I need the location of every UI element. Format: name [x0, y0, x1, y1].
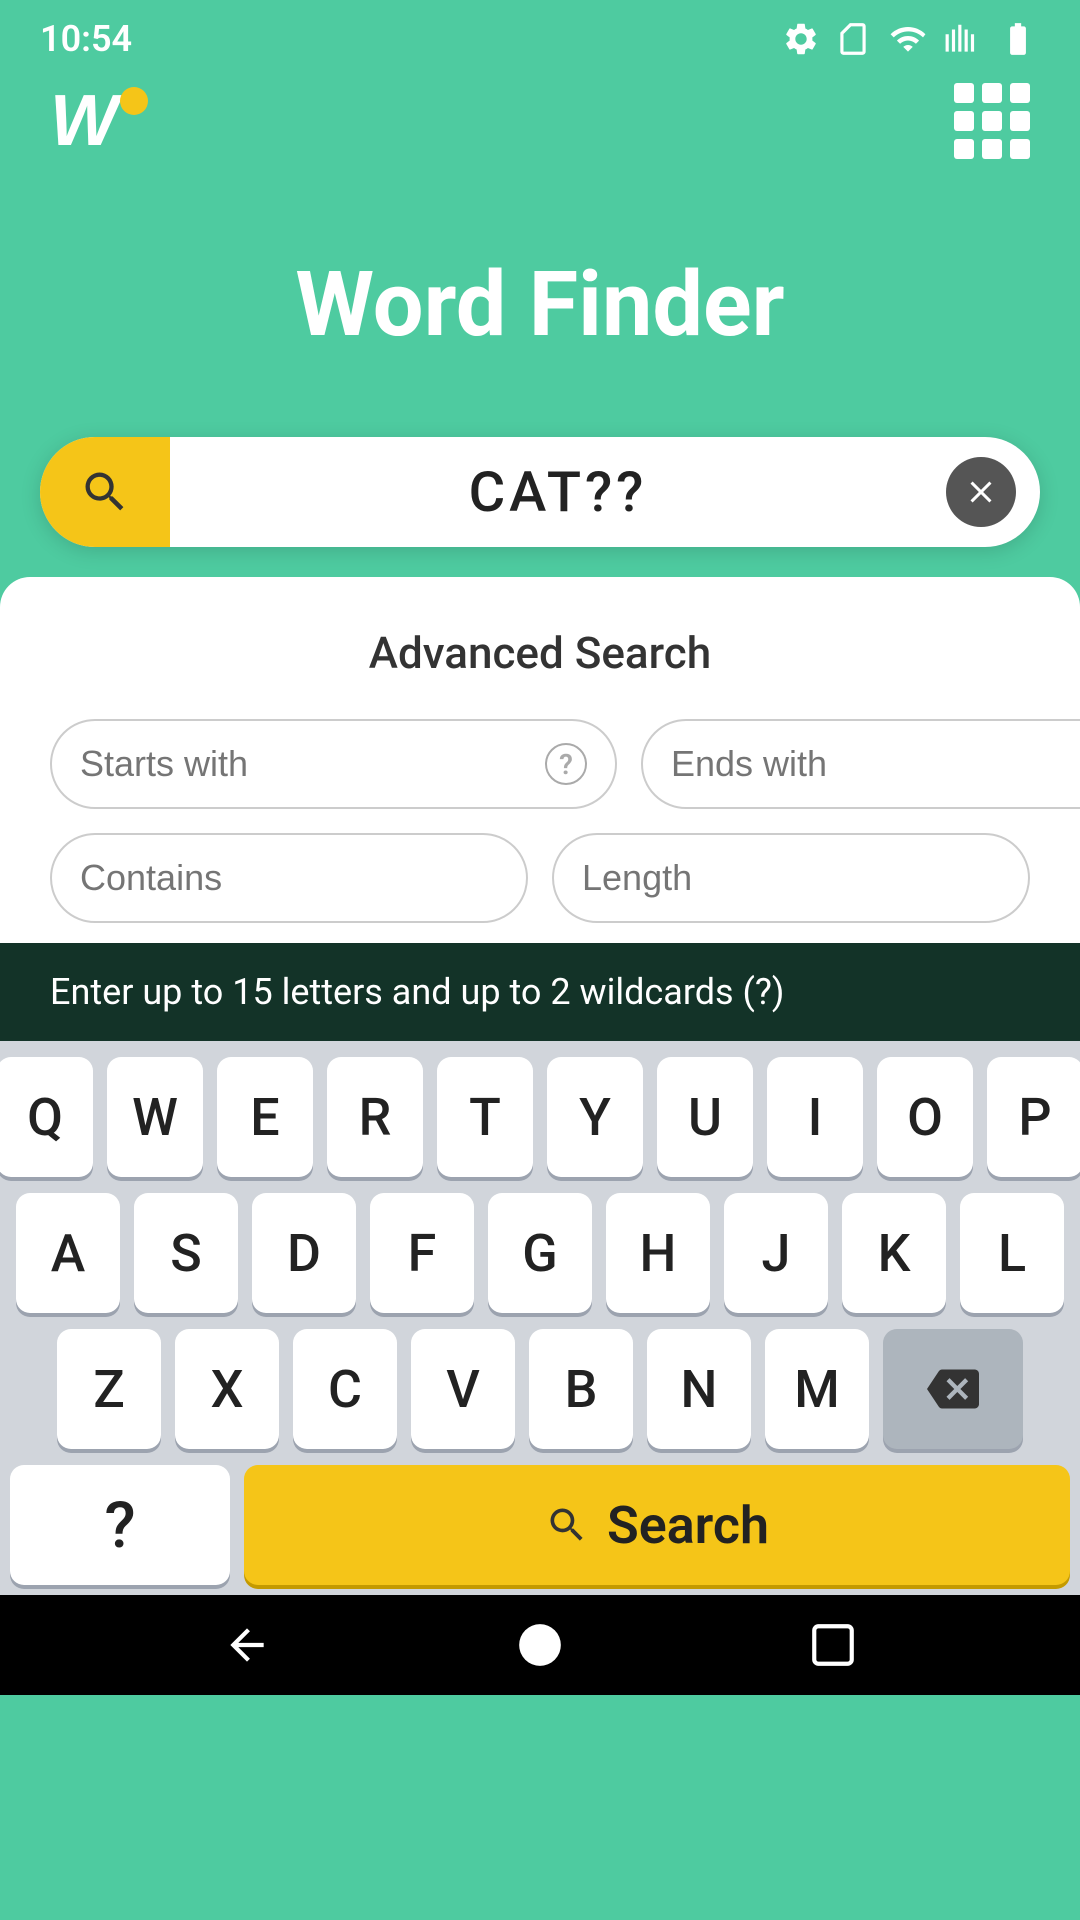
advanced-panel: Advanced Search ? ? ? ?: [0, 577, 1080, 943]
advanced-search-title: Advanced Search: [50, 627, 1030, 679]
key-B[interactable]: B: [529, 1329, 633, 1449]
search-bar-container: CAT??: [40, 437, 1040, 547]
key-U[interactable]: U: [657, 1057, 753, 1177]
keyboard-row-2: A S D F G H J K L: [10, 1193, 1070, 1313]
back-icon: [222, 1620, 272, 1670]
keyboard-row-1: Q W E R T Y U I O P: [10, 1057, 1070, 1177]
wifi-icon: [886, 20, 930, 58]
search-button[interactable]: Search: [244, 1465, 1070, 1585]
close-icon: [963, 474, 999, 510]
clear-button[interactable]: [946, 457, 1016, 527]
nav-bar: [0, 1595, 1080, 1695]
starts-with-field[interactable]: ?: [50, 719, 617, 809]
advanced-fields-row1: ? ?: [50, 719, 1030, 809]
search-bar: CAT??: [40, 437, 1040, 547]
key-X[interactable]: X: [175, 1329, 279, 1449]
contains-input[interactable]: [80, 857, 528, 899]
nav-back-button[interactable]: [217, 1615, 277, 1675]
ends-with-field[interactable]: ?: [641, 719, 1080, 809]
key-D[interactable]: D: [252, 1193, 356, 1313]
contains-field[interactable]: ?: [50, 833, 528, 923]
starts-with-input[interactable]: [80, 743, 545, 785]
page-title: Word Finder: [0, 252, 1080, 357]
key-K[interactable]: K: [842, 1193, 946, 1313]
nav-recents-button[interactable]: [803, 1615, 863, 1675]
key-O[interactable]: O: [877, 1057, 973, 1177]
key-C[interactable]: C: [293, 1329, 397, 1449]
search-icon-button[interactable]: [40, 437, 170, 547]
logo-text: W: [50, 80, 118, 162]
starts-with-help-icon[interactable]: ?: [545, 743, 587, 785]
top-bar: W: [0, 70, 1080, 172]
search-button-label: Search: [607, 1495, 769, 1556]
search-input[interactable]: CAT??: [170, 459, 946, 525]
hint-text: Enter up to 15 letters and up to 2 wildc…: [0, 943, 1080, 1041]
key-P[interactable]: P: [987, 1057, 1080, 1177]
keyboard-row-3: Z X C V B N M: [10, 1329, 1070, 1449]
battery-icon: [996, 20, 1040, 58]
status-time: 10:54: [40, 18, 132, 60]
key-N[interactable]: N: [647, 1329, 751, 1449]
keyboard-bottom-row: ? Search: [10, 1465, 1070, 1585]
length-field[interactable]: ?: [552, 833, 1030, 923]
storage-icon: [834, 20, 872, 58]
grid-menu-icon[interactable]: [954, 83, 1030, 159]
search-icon: [79, 466, 131, 518]
key-H[interactable]: H: [606, 1193, 710, 1313]
key-Y[interactable]: Y: [547, 1057, 643, 1177]
key-E[interactable]: E: [217, 1057, 313, 1177]
key-M[interactable]: M: [765, 1329, 869, 1449]
key-V[interactable]: V: [411, 1329, 515, 1449]
key-G[interactable]: G: [488, 1193, 592, 1313]
key-J[interactable]: J: [724, 1193, 828, 1313]
key-W[interactable]: W: [107, 1057, 203, 1177]
key-Q[interactable]: Q: [0, 1057, 93, 1177]
length-input[interactable]: [582, 857, 1030, 899]
nav-home-button[interactable]: [510, 1615, 570, 1675]
home-icon: [515, 1620, 565, 1670]
key-A[interactable]: A: [16, 1193, 120, 1313]
key-T[interactable]: T: [437, 1057, 533, 1177]
recents-icon: [808, 1620, 858, 1670]
key-F[interactable]: F: [370, 1193, 474, 1313]
key-I[interactable]: I: [767, 1057, 863, 1177]
signal-icon: [944, 20, 982, 58]
advanced-fields-row2: ? ?: [50, 833, 1030, 923]
key-Z[interactable]: Z: [57, 1329, 161, 1449]
settings-icon: [782, 20, 820, 58]
ends-with-input[interactable]: [671, 743, 1080, 785]
logo-dot-icon: [120, 87, 148, 115]
key-S[interactable]: S: [134, 1193, 238, 1313]
status-icons: [782, 20, 1040, 58]
key-R[interactable]: R: [327, 1057, 423, 1177]
title-area: Word Finder: [0, 172, 1080, 437]
keyboard: Q W E R T Y U I O P A S D F G H J K L Z …: [0, 1041, 1080, 1595]
key-L[interactable]: L: [960, 1193, 1064, 1313]
key-wildcard[interactable]: ?: [10, 1465, 230, 1585]
status-bar: 10:54: [0, 0, 1080, 70]
key-delete[interactable]: [883, 1329, 1023, 1449]
backspace-icon: [927, 1363, 979, 1415]
search-button-icon: [545, 1503, 589, 1547]
logo[interactable]: W: [50, 80, 148, 162]
